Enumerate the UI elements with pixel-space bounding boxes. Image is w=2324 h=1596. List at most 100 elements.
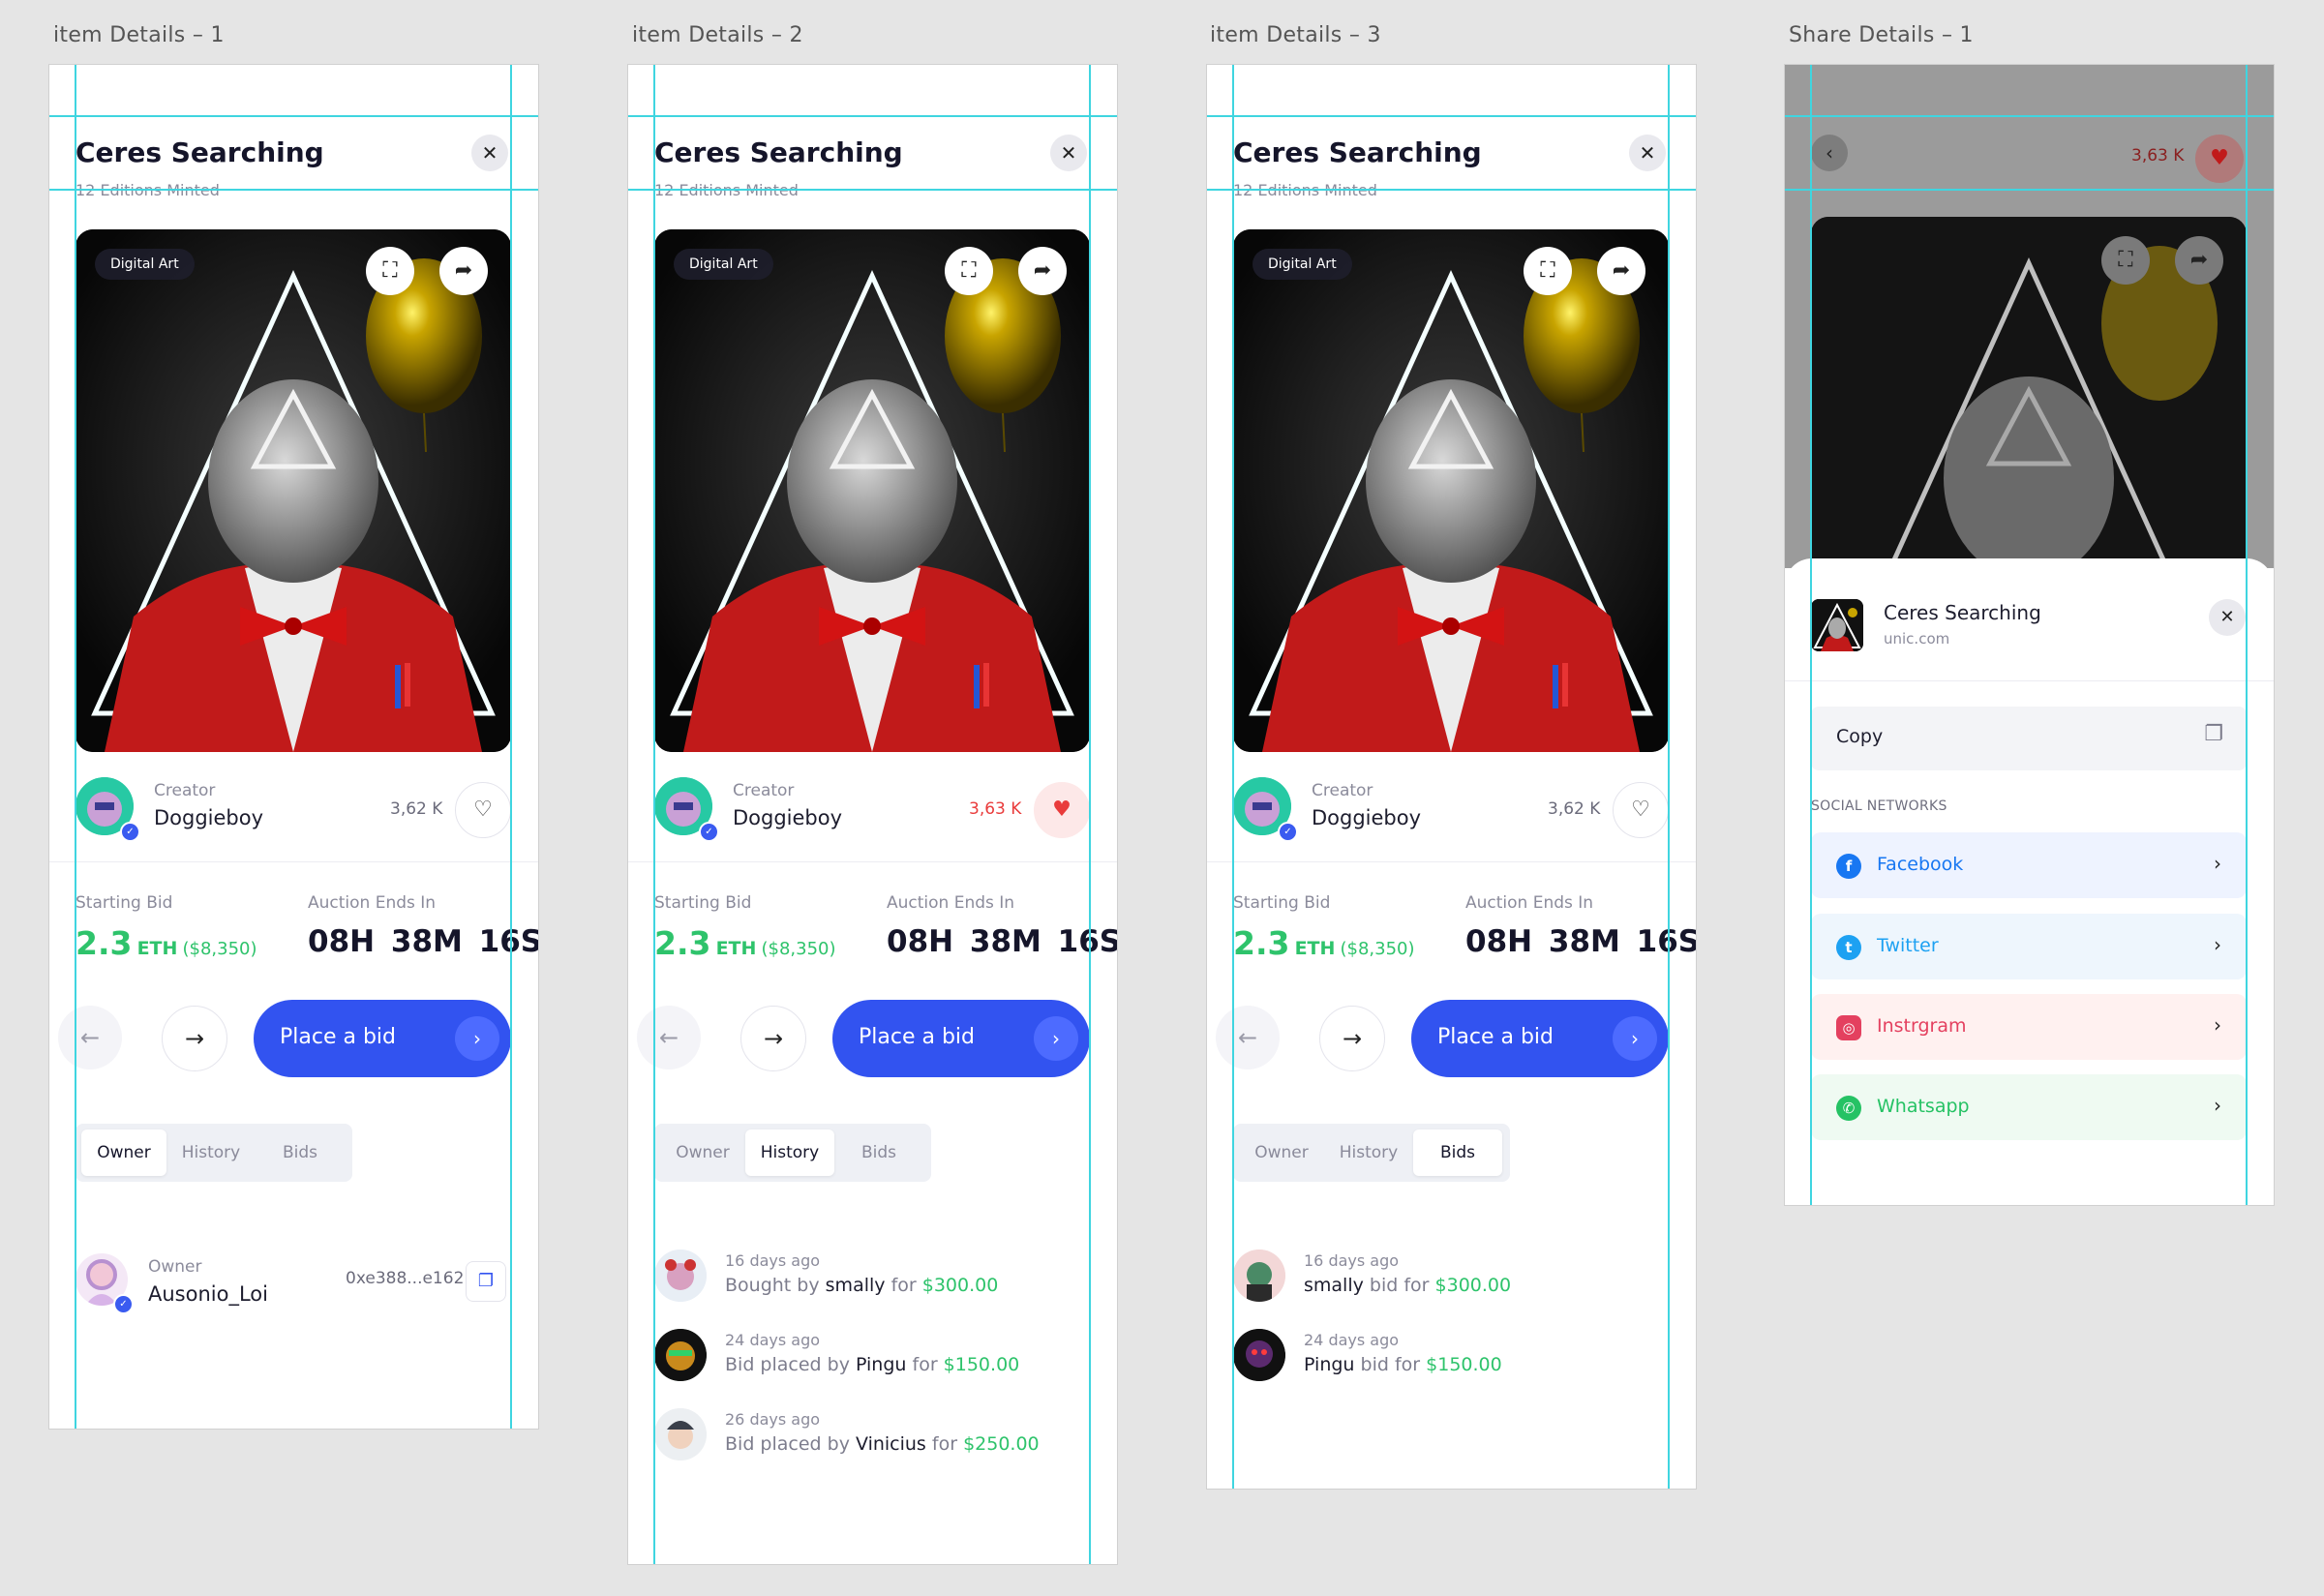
share-facebook[interactable]: f Facebook › (1811, 832, 2247, 898)
starting-bid-label: Starting Bid (654, 893, 752, 913)
heart-icon: ♥ (1052, 798, 1071, 822)
chevron-right-icon: › (1034, 1016, 1078, 1061)
arrow-right-icon: → (184, 1025, 205, 1052)
share-button[interactable]: ➦ (439, 247, 488, 295)
share-button[interactable]: ➦ (2175, 236, 2223, 285)
close-button[interactable]: ✕ (1629, 135, 1666, 171)
place-bid-button[interactable]: Place a bid › (1411, 1000, 1669, 1077)
expand-icon: ⛶ (2118, 248, 2133, 272)
history-time: 26 days ago (725, 1410, 821, 1429)
owner-name[interactable]: Ausonio_Loi (148, 1282, 268, 1306)
expand-button[interactable]: ⛶ (366, 247, 414, 295)
tab-bids[interactable]: Bids (1413, 1129, 1502, 1176)
item-details-frame-3: Ceres Searching 12 Editions Minted ✕ Dig… (1206, 64, 1697, 1490)
close-button[interactable]: ✕ (2209, 599, 2246, 636)
artwork-image: Digital Art ⛶ ➦ (654, 229, 1090, 752)
prev-button[interactable]: ← (637, 1006, 701, 1069)
verified-icon: ✓ (699, 822, 719, 842)
expand-icon: ⛶ (382, 258, 398, 283)
detail-tabs: Owner History Bids (654, 1124, 931, 1182)
prev-button[interactable]: ← (58, 1006, 122, 1069)
chevron-right-icon: › (455, 1016, 499, 1061)
share-item-title: Ceres Searching (1884, 601, 2041, 624)
copy-link-button[interactable]: Copy ❐ (1811, 707, 2247, 770)
page-title: Ceres Searching (1233, 136, 1482, 168)
expand-icon: ⛶ (961, 258, 977, 283)
bid-avatar[interactable] (1233, 1250, 1285, 1302)
verified-icon: ✓ (1278, 822, 1298, 842)
next-button[interactable]: → (1319, 1006, 1385, 1071)
bid-time: 24 days ago (1304, 1331, 1400, 1349)
chevron-right-icon: › (2214, 1013, 2221, 1037)
close-icon: ✕ (1060, 141, 1077, 165)
history-avatar[interactable] (654, 1408, 707, 1460)
share-button[interactable]: ➦ (1597, 247, 1645, 295)
starting-bid-value: 2.3 ETH ($8,350) (1233, 924, 1415, 962)
like-button[interactable]: ♡ (1613, 782, 1669, 838)
creator-name[interactable]: Doggieboy (733, 806, 842, 829)
item-details-frame-1: Ceres Searching 12 Editions Minted ✕ Dig… (48, 64, 539, 1430)
history-avatar[interactable] (654, 1329, 707, 1381)
history-avatar[interactable] (654, 1250, 707, 1302)
place-bid-button[interactable]: Place a bid › (254, 1000, 511, 1077)
close-button[interactable]: ✕ (471, 135, 508, 171)
twitter-icon: t (1836, 935, 1861, 960)
expand-button[interactable]: ⛶ (945, 247, 993, 295)
tab-history[interactable]: History (1324, 1129, 1413, 1176)
tab-owner[interactable]: Owner (1239, 1129, 1324, 1176)
share-icon: ➦ (1612, 258, 1631, 283)
bid-avatar[interactable] (1233, 1329, 1285, 1381)
share-sheet: Ceres Searching unic.com ✕ Copy ❐ SOCIAL… (1785, 558, 2274, 1205)
tab-owner[interactable]: Owner (660, 1129, 745, 1176)
history-text: Bid placed by Vinicius for $250.00 (725, 1433, 1040, 1455)
expand-icon: ⛶ (1540, 258, 1555, 283)
close-icon: ✕ (2219, 607, 2235, 627)
history-time: 16 days ago (725, 1251, 821, 1270)
owner-address: 0xe388...e162 (346, 1269, 465, 1288)
expand-button[interactable]: ⛶ (1524, 247, 1572, 295)
history-text: Bid placed by Pingu for $150.00 (725, 1354, 1020, 1375)
like-button[interactable]: ♥ (2195, 135, 2244, 183)
like-button[interactable]: ♡ (455, 782, 511, 838)
share-whatsapp[interactable]: ✆ Whatsapp › (1811, 1074, 2247, 1140)
copy-address-button[interactable]: ❐ (466, 1261, 506, 1302)
creator-label: Creator (733, 781, 795, 800)
auction-ends-label: Auction Ends In (1465, 893, 1594, 913)
facebook-icon: f (1836, 854, 1861, 879)
place-bid-button[interactable]: Place a bid › (832, 1000, 1090, 1077)
close-button[interactable]: ✕ (1050, 135, 1087, 171)
tab-history[interactable]: History (745, 1129, 834, 1176)
creator-label: Creator (154, 781, 216, 800)
tab-history[interactable]: History (166, 1129, 256, 1176)
next-button[interactable]: → (740, 1006, 806, 1071)
frame-title-3: item Details – 3 (1210, 23, 1381, 47)
share-instagram[interactable]: ◎ Instrgram › (1811, 994, 2247, 1060)
copy-icon: ❐ (2204, 722, 2223, 746)
verified-icon: ✓ (120, 822, 140, 842)
arrow-left-icon: ← (1237, 1024, 1258, 1051)
expand-button[interactable]: ⛶ (2101, 236, 2150, 285)
tab-owner[interactable]: Owner (81, 1129, 166, 1176)
tab-bids[interactable]: Bids (834, 1129, 923, 1176)
creator-name[interactable]: Doggieboy (1312, 806, 1421, 829)
prev-button[interactable]: ← (1216, 1006, 1280, 1069)
history-text: Bought by smally for $300.00 (725, 1275, 999, 1296)
share-twitter[interactable]: t Twitter › (1811, 914, 2247, 979)
instagram-icon: ◎ (1836, 1015, 1861, 1040)
bid-text: smally bid for $300.00 (1304, 1275, 1512, 1296)
artwork-image: Digital Art ⛶ ➦ (1233, 229, 1669, 752)
next-button[interactable]: → (162, 1006, 227, 1071)
whatsapp-icon: ✆ (1836, 1096, 1861, 1121)
share-button[interactable]: ➦ (1018, 247, 1067, 295)
chevron-right-icon: › (2214, 1094, 2221, 1117)
arrow-left-icon: ← (79, 1024, 101, 1051)
auction-ends-label: Auction Ends In (887, 893, 1015, 913)
verified-icon: ✓ (113, 1294, 134, 1314)
category-badge: Digital Art (95, 249, 195, 280)
back-button[interactable]: ‹ (1811, 135, 1848, 171)
close-icon: ✕ (481, 141, 498, 165)
tab-bids[interactable]: Bids (256, 1129, 345, 1176)
like-button[interactable]: ♥ (1034, 782, 1090, 838)
heart-icon: ♡ (1631, 798, 1650, 822)
creator-name[interactable]: Doggieboy (154, 806, 263, 829)
